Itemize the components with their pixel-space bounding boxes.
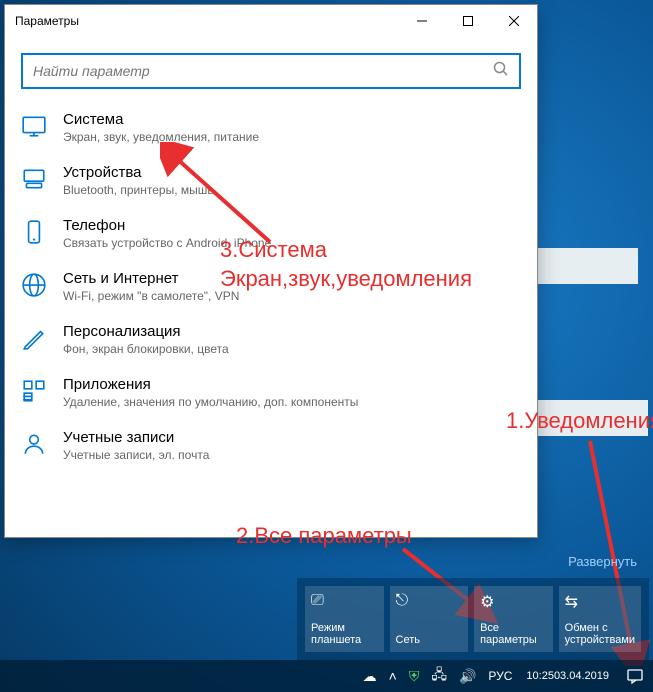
settings-item-devices[interactable]: Устройства Bluetooth, принтеры, мышь	[5, 154, 537, 207]
wifi-icon: ⎋	[396, 592, 463, 610]
tile-label: Сеть	[396, 634, 463, 646]
tile-label: Все параметры	[480, 622, 547, 646]
tray-chevron-up-icon[interactable]: ˄	[383, 660, 403, 692]
search-box[interactable]	[21, 53, 521, 89]
tray-network-icon[interactable]: 🖧	[425, 660, 453, 692]
notification-center-button[interactable]	[617, 660, 653, 692]
gear-icon: ⚙	[480, 592, 547, 612]
search-input[interactable]	[33, 63, 493, 79]
item-title: Приложения	[63, 376, 521, 393]
tray-security-icon[interactable]: ⛨	[403, 660, 426, 692]
tray-language[interactable]: РУС	[482, 660, 518, 692]
settings-list: Система Экран, звук, уведомления, питани…	[5, 97, 537, 476]
settings-item-network[interactable]: Сеть и Интернет Wi-Fi, режим "в самолете…	[5, 260, 537, 313]
close-button[interactable]	[491, 5, 537, 37]
window-title: Параметры	[15, 14, 79, 28]
settings-window: Параметры Система	[4, 4, 538, 538]
accounts-icon	[21, 431, 47, 457]
settings-item-accounts[interactable]: Учетные записи Учетные записи, эл. почта	[5, 419, 537, 472]
item-desc: Связать устройство с Android, iPhone	[63, 236, 521, 250]
item-desc: Bluetooth, принтеры, мышь	[63, 183, 521, 197]
settings-item-personalization[interactable]: Персонализация Фон, экран блокировки, цв…	[5, 313, 537, 366]
tile-label: Режим планшета	[311, 622, 378, 646]
settings-item-system[interactable]: Система Экран, звук, уведомления, питани…	[5, 101, 537, 154]
item-title: Сеть и Интернет	[63, 270, 521, 287]
tile-label: Обмен с устройствами	[565, 622, 635, 646]
tile-all-settings[interactable]: ⚙ Все параметры	[474, 586, 553, 652]
tile-share[interactable]: ⇆ Обмен с устройствами	[559, 586, 641, 652]
clock-time: 10:25	[526, 670, 554, 683]
tablet-icon: ⎚	[311, 592, 378, 610]
tray-onedrive-icon[interactable]: ☁	[357, 660, 383, 692]
item-title: Учетные записи	[63, 429, 521, 446]
phone-icon	[21, 219, 47, 245]
maximize-button[interactable]	[445, 5, 491, 37]
item-desc: Wi-Fi, режим "в самолете", VPN	[63, 289, 521, 303]
system-icon	[21, 113, 47, 139]
minimize-button[interactable]	[399, 5, 445, 37]
item-title: Персонализация	[63, 323, 521, 340]
item-title: Система	[63, 111, 521, 128]
tray-volume-icon[interactable]: 🔊	[453, 660, 482, 692]
search-icon	[493, 61, 509, 82]
item-desc: Удаление, значения по умолчанию, доп. ко…	[63, 395, 521, 409]
tile-tablet-mode[interactable]: ⎚ Режим планшета	[305, 586, 384, 652]
tray-clock[interactable]: 10:25 03.04.2019	[518, 660, 617, 692]
tile-network[interactable]: ⎋ Сеть	[390, 586, 469, 652]
item-desc: Фон, экран блокировки, цвета	[63, 342, 521, 356]
titlebar[interactable]: Параметры	[5, 5, 537, 37]
network-icon	[21, 272, 47, 298]
action-center: Развернуть ⎚ Режим планшета ⎋ Сеть ⚙ Все…	[297, 578, 649, 660]
settings-item-apps[interactable]: Приложения Удаление, значения по умолчан…	[5, 366, 537, 419]
personalization-icon	[21, 325, 47, 351]
share-icon: ⇆	[565, 592, 635, 612]
apps-icon	[21, 378, 47, 404]
settings-item-phone[interactable]: Телефон Связать устройство с Android, iP…	[5, 207, 537, 260]
item-desc: Учетные записи, эл. почта	[63, 448, 521, 462]
clock-date: 03.04.2019	[554, 670, 609, 683]
taskbar: ☁ ˄ ⛨ 🖧 🔊 РУС 10:25 03.04.2019	[0, 660, 653, 692]
item-desc: Экран, звук, уведомления, питание	[63, 130, 521, 144]
expand-link[interactable]: Развернуть	[568, 554, 637, 569]
item-title: Устройства	[63, 164, 521, 181]
devices-icon	[21, 166, 47, 192]
item-title: Телефон	[63, 217, 521, 234]
